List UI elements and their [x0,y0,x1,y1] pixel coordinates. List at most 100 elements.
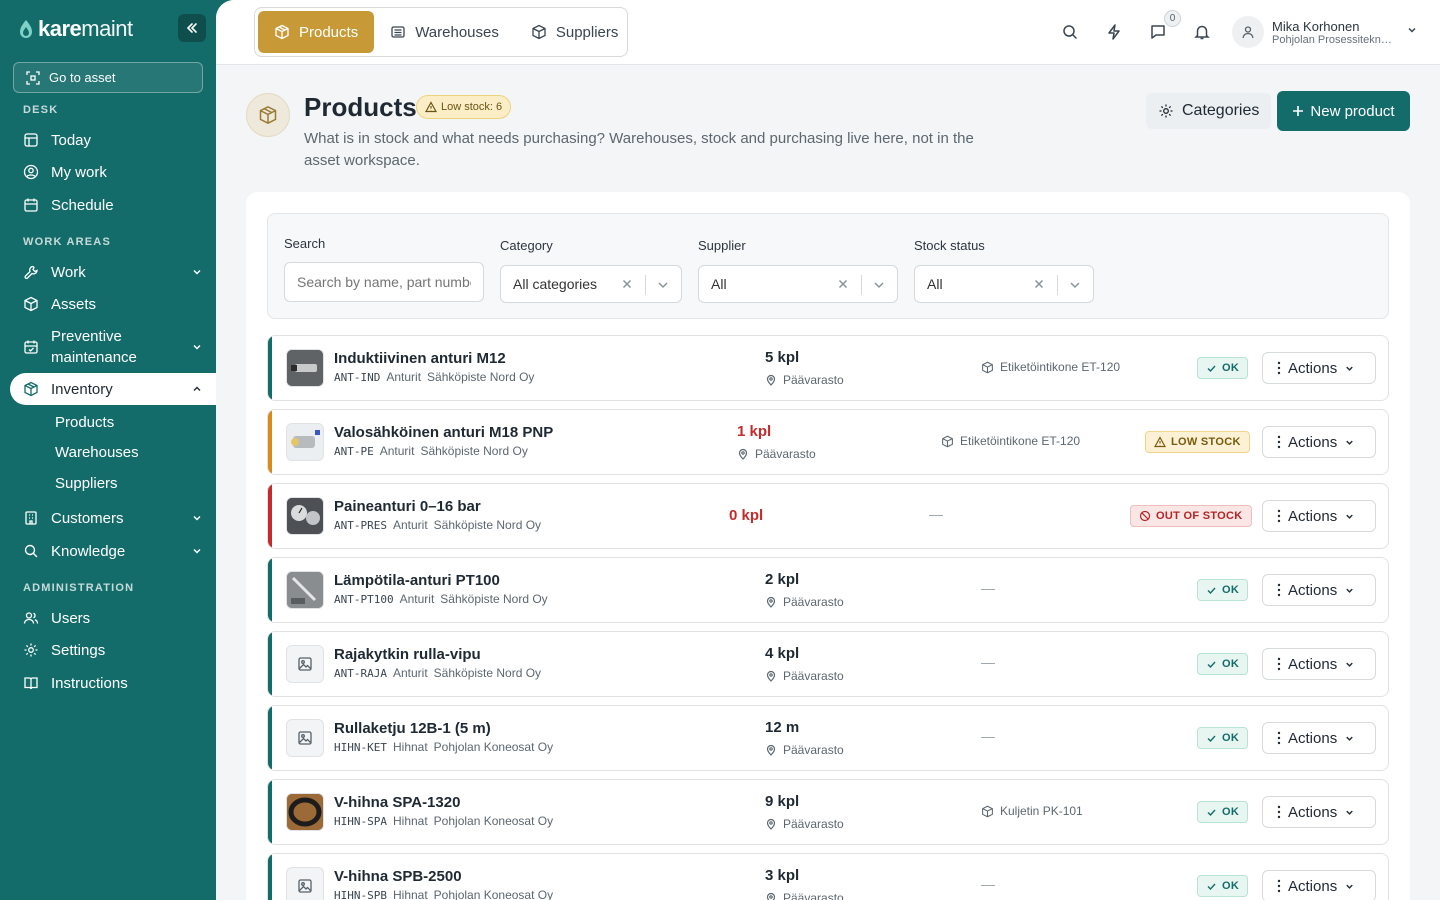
product-code: HIHN-KET [334,741,387,754]
package-icon [259,106,277,124]
user-circle-icon [23,164,39,180]
categories-button[interactable]: Categories [1146,93,1272,129]
sidebar-item-settings[interactable]: Settings [10,634,216,666]
user-name: Mika Korhonen [1272,18,1360,34]
actions-label: Actions [1288,433,1338,451]
more-vertical-icon [1277,435,1281,449]
linked-asset[interactable]: Etiketöintikone ET-120 [941,434,1080,448]
categories-button-label: Categories [1182,102,1260,119]
close-icon[interactable] [620,277,634,291]
sidebar-sub-warehouses[interactable]: Warehouses [55,444,139,461]
linked-asset-label: Kuljetin PK-101 [1000,804,1083,818]
stock-quantity: 1 kpl [737,423,772,440]
product-row[interactable]: Rajakytkin rulla-vipu ANT-RAJA Anturit Säh… [267,631,1389,697]
category-label: Category [500,238,553,253]
chevron-down-icon [1346,810,1353,815]
product-name: Paineanturi 0–16 bar [334,498,481,515]
sidebar-item-instructions[interactable]: Instructions [10,667,216,699]
quick-actions-button[interactable] [1102,20,1126,44]
sidebar-item-knowledge[interactable]: Knowledge [10,535,216,567]
stock-status-select[interactable]: All [914,265,1094,303]
product-supplier: Pohjolan Koneosat Oy [433,888,554,900]
stock-location: Päävarasto [765,891,844,900]
stock-quantity: 3 kpl [765,867,800,884]
product-row[interactable]: V-hihna SPA-1320 HIHN-SPA Hihnat Pohjolan … [267,779,1389,845]
sidebar-item-inventory[interactable]: Inventory [10,373,216,405]
package-icon [23,381,39,397]
close-icon[interactable] [836,277,850,291]
row-actions-button[interactable]: Actions [1262,870,1376,900]
supplier-select[interactable]: All [698,265,898,303]
check-icon [1207,365,1216,372]
category-select-value: All categories [513,276,598,292]
row-actions-button[interactable]: Actions [1262,574,1376,606]
message-icon [1151,25,1165,39]
linked-asset-empty: — [981,654,995,670]
status-badge: OK [1197,727,1249,749]
tab-warehouses[interactable]: Warehouses [374,11,515,53]
status-badge: OK [1197,801,1249,823]
low-stock-badge[interactable]: Low stock: 6 [416,95,512,119]
product-row[interactable]: Valosähköinen anturi M18 PNP ANT-PE Antur… [267,409,1389,475]
sidebar-item-schedule[interactable]: Schedule [10,189,216,221]
status-label: OK [1222,806,1240,818]
chevron-down-icon[interactable] [872,278,886,292]
go-to-asset-button[interactable]: Go to asset [13,62,203,93]
actions-label: Actions [1288,655,1338,673]
tab-products[interactable]: Products [258,11,375,53]
notifications-button[interactable] [1190,20,1214,44]
linked-asset[interactable]: Kuljetin PK-101 [981,804,1083,818]
sidebar-item-my-work[interactable]: My work [10,156,216,188]
supplier-select-value: All [711,276,727,292]
row-actions-button[interactable]: Actions [1262,648,1376,680]
product-name: Rullaketju 12B-1 (5 m) [334,720,491,737]
sidebar-sub-products[interactable]: Products [55,414,114,431]
messages-count-badge: 0 [1164,10,1181,27]
product-name: Rajakytkin rulla-vipu [334,646,481,663]
status-label: OK [1222,732,1240,744]
sidebar-item-today[interactable]: Today [10,124,216,156]
sidebar-item-preventive-maintenance[interactable]: Preventive maintenance [10,325,216,369]
close-icon[interactable] [1032,277,1046,291]
row-actions-button[interactable]: Actions [1262,426,1376,458]
section-work-areas: WORK AREAS [23,236,111,248]
search-button[interactable] [1058,20,1082,44]
building-icon [23,510,39,526]
new-product-button[interactable]: New product [1277,91,1410,131]
chevron-down-icon [1346,366,1353,371]
linked-asset[interactable]: Etiketöintikone ET-120 [981,360,1120,374]
sidebar-item-label: Today [51,131,92,149]
sidebar-item-assets[interactable]: Assets [10,288,216,320]
product-row[interactable]: V-hihna SPB-2500 HIHN-SPB Hihnat Pohjolan … [267,853,1389,900]
product-supplier: Pohjolan Koneosat Oy [433,740,554,754]
row-actions-button[interactable]: Actions [1262,796,1376,828]
page-title: Products [304,92,417,122]
status-stripe [268,484,272,548]
user-menu[interactable]: Mika Korhonen Pohjolan Prosessitekniikka… [1232,16,1392,48]
sidebar-item-work[interactable]: Work [10,256,216,288]
product-row[interactable]: Paineanturi 0–16 bar ANT-PRES Anturit Sähk… [267,483,1389,549]
sidebar-item-users[interactable]: Users [10,602,216,634]
row-actions-button[interactable]: Actions [1262,352,1376,384]
product-row[interactable]: Lämpötila-anturi PT100 ANT-PT100 Anturit S… [267,557,1389,623]
chevron-down-icon[interactable] [1406,24,1418,36]
product-category: Anturit [386,370,422,384]
app-logo[interactable]: karemaint [18,16,133,42]
stock-quantity: 4 kpl [765,645,800,662]
page-description: What is in stock and what needs purchasi… [304,130,974,169]
product-row[interactable]: Induktiivinen anturi M12 ANT-IND Anturit S… [267,335,1389,401]
product-thumbnail [286,423,324,461]
chevron-down-icon[interactable] [656,278,670,292]
row-actions-button[interactable]: Actions [1262,500,1376,532]
search-input[interactable] [284,262,484,302]
location-label: Päävarasto [783,595,844,609]
sidebar-sub-suppliers[interactable]: Suppliers [55,475,118,492]
row-actions-button[interactable]: Actions [1262,722,1376,754]
tab-label: Products [299,23,359,41]
category-select[interactable]: All categories [500,265,682,303]
product-row[interactable]: Rullaketju 12B-1 (5 m) HIHN-KET Hihnat Poh… [267,705,1389,771]
chevron-down-icon[interactable] [1068,278,1082,292]
collapse-sidebar-button[interactable] [178,14,206,42]
sidebar-item-customers[interactable]: Customers [10,502,216,534]
tab-suppliers[interactable]: Suppliers [515,11,635,53]
